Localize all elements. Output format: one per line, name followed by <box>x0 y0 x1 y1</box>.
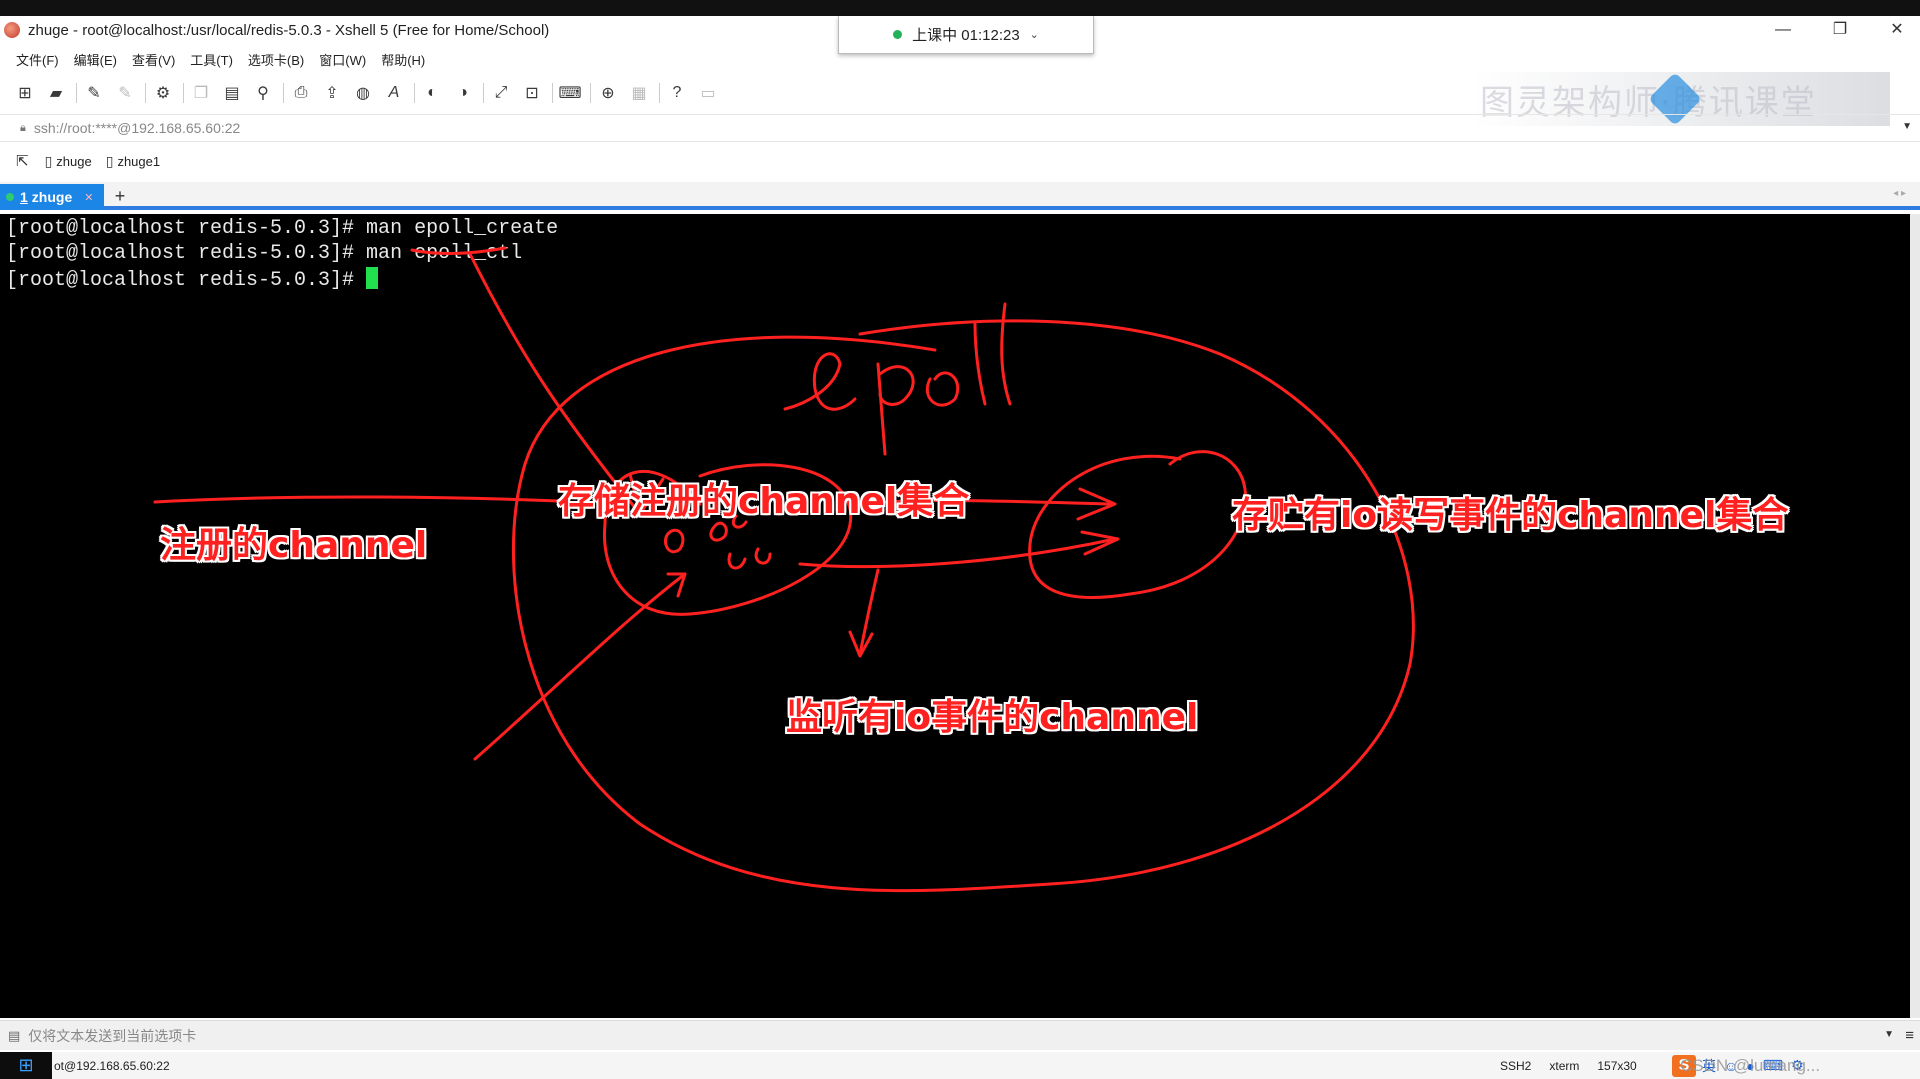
toolbar-divider <box>76 83 77 103</box>
csdn-watermark: CSDN @lumang... <box>1680 1056 1821 1075</box>
menu-window[interactable]: 窗口(W) <box>319 50 366 69</box>
add-tab-button[interactable]: + <box>108 184 132 210</box>
status-terminal-type: xterm <box>1549 1058 1580 1073</box>
annotation-registered-set: 存储注册的channel集合 <box>558 481 970 522</box>
xshell-window: zhuge - root@localhost:/usr/local/redis-… <box>0 16 1920 1079</box>
compose-input[interactable]: 仅将文本发送到当前选项卡 <box>28 1026 196 1046</box>
close-tab-icon[interactable]: ✕ <box>84 191 93 204</box>
ready-set-stroke <box>1028 450 1247 599</box>
open-folder-icon[interactable]: ▰ <box>45 82 67 104</box>
annotation-ready-set: 存贮有io读写事件的channel集合 <box>1232 495 1789 536</box>
status-size: 157x30 <box>1597 1058 1637 1073</box>
live-dot-icon <box>893 30 903 39</box>
minimize-button[interactable]: — <box>1760 18 1806 42</box>
bottom-left-arrow-stroke <box>473 572 687 761</box>
bookmark-icon: ▯ <box>44 152 53 169</box>
chevron-down-icon[interactable]: ▼ <box>1902 121 1912 132</box>
restore-button[interactable]: ❐ <box>1817 18 1863 42</box>
annotation-registered-channel: 注册的channel <box>160 525 428 566</box>
font-icon[interactable]: A <box>383 82 405 104</box>
links-bar: ⇱ ▯ zhuge ▯ zhuge1 <box>0 146 1920 176</box>
toolbar-divider <box>145 83 146 103</box>
tab-nav-arrows-icon[interactable]: ◂ ▸ <box>1893 188 1906 199</box>
menu-icon[interactable]: ≡ <box>1905 1027 1914 1044</box>
toolbar-divider <box>183 83 184 103</box>
tab-label: zhuge <box>31 189 73 205</box>
window-title: zhuge - root@localhost:/usr/local/redis-… <box>28 21 550 39</box>
chevron-down-icon: ⌄ <box>1029 29 1039 41</box>
menu-edit[interactable]: 编辑(E) <box>74 50 117 69</box>
menu-file[interactable]: 文件(F) <box>16 50 59 69</box>
lower-link-stroke <box>798 537 1117 569</box>
xshell-app-icon <box>4 22 20 38</box>
connected-dot-icon <box>6 193 14 201</box>
toolbar-divider <box>552 83 553 103</box>
underline-stroke <box>410 246 507 256</box>
add-icon[interactable]: ⊕ <box>597 82 619 104</box>
chat-icon[interactable]: ▭ <box>697 82 719 104</box>
system-tray: S 英 ☺ ● ⌨ ⚙ CSDN @lumang... <box>1672 1052 1920 1079</box>
menu-view[interactable]: 查看(V) <box>132 50 175 69</box>
terminal-scrollbar[interactable] <box>1910 214 1920 1018</box>
layout-icon[interactable]: ▦ <box>628 82 650 104</box>
transfer-icon[interactable]: ⇪ <box>321 82 343 104</box>
status-protocol: SSH2 <box>1500 1058 1532 1073</box>
windows-start-icon[interactable]: ⊞ <box>0 1052 52 1079</box>
menu-help[interactable]: 帮助(H) <box>381 50 425 69</box>
status-host: ot@192.168.65.60:22 <box>54 1058 170 1073</box>
search-icon[interactable]: ⚲ <box>252 82 274 104</box>
compose-icon: ▤ <box>8 1027 21 1043</box>
tab-number: 1 <box>20 189 28 205</box>
toolbar-divider <box>483 83 484 103</box>
globe-icon[interactable]: ◍ <box>352 82 374 104</box>
new-session-icon[interactable]: ⊞ <box>14 82 36 104</box>
tab-bar: 1 zhuge ✕ + ◂ ▸ <box>0 182 1920 210</box>
properties-icon[interactable]: ⚙ <box>152 82 174 104</box>
link-label: zhuge <box>56 153 92 169</box>
toolbar-divider <box>414 83 415 103</box>
tab-zhuge[interactable]: 1 zhuge ✕ <box>0 184 104 210</box>
annotation-drawing <box>153 246 1415 893</box>
compose-bar[interactable]: ▤ 仅将文本发送到当前选项卡 ▼ ≡ <box>0 1020 1920 1050</box>
outer-ellipse-stroke <box>511 319 1415 893</box>
fullscreen-icon[interactable]: ⤢ <box>490 82 512 104</box>
disconnect-icon[interactable]: ✎ <box>114 82 136 104</box>
terminal-pane[interactable]: [root@localhost redis-5.0.3]# man epoll_… <box>0 214 1910 1018</box>
lock-icon: 🔒︎ <box>20 121 26 134</box>
link-zhuge1[interactable]: ▯ zhuge1 <box>106 153 160 170</box>
keyboard-icon[interactable]: ⌨ <box>558 82 581 104</box>
paste-icon[interactable]: ▤ <box>221 82 243 104</box>
close-button[interactable]: ✕ <box>1874 18 1920 42</box>
toolbar-divider <box>659 83 660 103</box>
menu-tools[interactable]: 工具(T) <box>190 50 233 69</box>
link-label: zhuge1 <box>117 153 161 169</box>
timer-label: 上课中 01:12:23 <box>912 27 1020 44</box>
sftp-icon[interactable]: ◐ <box>421 82 443 104</box>
address-bar[interactable]: 🔒︎ ssh://root:****@192.168.65.60:22 ▼ <box>0 114 1920 142</box>
add-link-icon[interactable]: ⇱ <box>16 152 29 170</box>
status-bar: ⊞ ot@192.168.65.60:22 SSH2 xterm 157x30 … <box>0 1052 1920 1079</box>
lock-icon[interactable]: ⊡ <box>521 82 543 104</box>
reconnect-icon[interactable]: ✎ <box>83 82 105 104</box>
bookmark-icon: ▯ <box>105 152 114 169</box>
print-icon[interactable]: ⎙ <box>290 82 312 104</box>
handwriting-stroke <box>783 302 1012 456</box>
help-icon[interactable]: ? <box>666 82 688 104</box>
status-right: SSH2 xterm 157x30 <box>1500 1052 1655 1079</box>
screen-top-strip <box>0 0 1920 16</box>
toolbar-divider <box>283 83 284 103</box>
address-input[interactable]: ssh://root:****@192.168.65.60:22 <box>34 120 240 136</box>
xftp-icon[interactable]: ◑ <box>452 82 474 104</box>
class-timer[interactable]: 上课中 01:12:23 ⌄ <box>838 16 1094 54</box>
menu-tabs[interactable]: 选项卡(B) <box>248 50 304 69</box>
toolbar-divider <box>590 83 591 103</box>
chevron-down-icon[interactable]: ▼ <box>1884 1029 1894 1040</box>
link-zhuge[interactable]: ▯ zhuge <box>45 153 92 170</box>
incoming-channel-stroke <box>153 495 562 504</box>
copy-icon[interactable]: ❐ <box>190 82 212 104</box>
annotation-listen: 监听有io事件的channel <box>786 697 1199 738</box>
